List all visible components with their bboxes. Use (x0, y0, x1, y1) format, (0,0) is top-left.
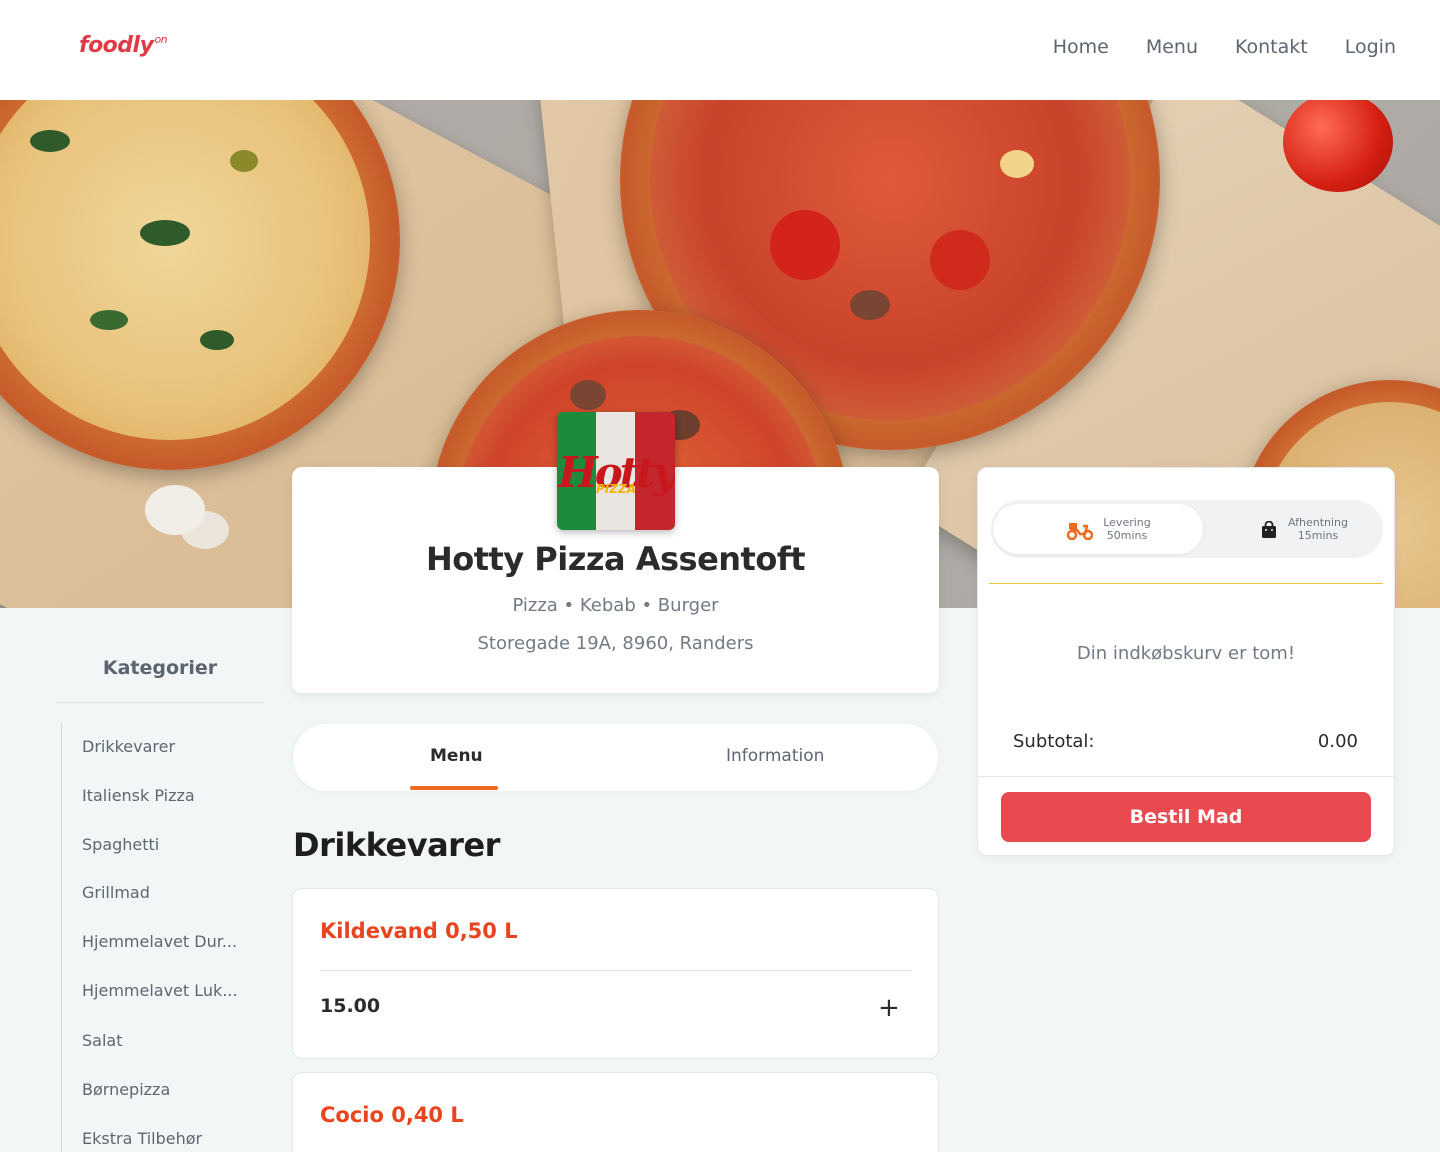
tab-menu[interactable]: Menu (430, 746, 483, 766)
menu-item-name: Cocio 0,40 L (320, 1103, 464, 1127)
category-bornepizza[interactable]: Børnepizza (82, 1080, 247, 1099)
active-tab-indicator (410, 786, 498, 790)
subtotal-label: Subtotal: (1013, 731, 1095, 752)
menu-item-name: Kildevand 0,50 L (320, 919, 518, 943)
categories-list: Drikkevarer Italiensk Pizza Spaghetti Gr… (61, 722, 261, 1152)
delivery-option-button[interactable]: Levering 50mins (993, 504, 1203, 554)
category-hjemmelavet-lukket[interactable]: Hjemmelavet Luk... (82, 981, 247, 1000)
category-ekstra-tilbehor[interactable]: Ekstra Tilbehør (82, 1129, 247, 1148)
menu-item-price: 15.00 (320, 995, 381, 1017)
nav-link-menu[interactable]: Menu (1146, 36, 1198, 58)
category-drikkevarer[interactable]: Drikkevarer (82, 737, 247, 756)
cart-empty-message: Din indkøbskurv er tom! (1076, 643, 1296, 664)
restaurant-address: Storegade 19A, 8960, Randers (477, 633, 754, 654)
nav-link-kontakt[interactable]: Kontakt (1235, 36, 1308, 58)
category-italiensk-pizza[interactable]: Italiensk Pizza (82, 786, 247, 805)
top-navigation-bar: foodlyon Home Menu Kontakt Login (0, 0, 1440, 100)
delivery-label: Levering (1103, 516, 1151, 529)
order-food-button[interactable]: Bestil Mad (1001, 792, 1371, 842)
main-nav: Home Menu Kontakt Login (1053, 36, 1396, 58)
scooter-icon (1067, 523, 1093, 540)
restaurant-logo-subtext: PIZZA (596, 482, 636, 496)
nav-link-home[interactable]: Home (1053, 36, 1109, 58)
delivery-time: 50mins (1106, 529, 1148, 542)
nav-link-login[interactable]: Login (1345, 36, 1396, 58)
restaurant-cuisine: Pizza • Kebab • Burger (512, 595, 719, 616)
pickup-option-button[interactable]: Afhentning 15mins (1203, 504, 1381, 554)
shopping-bag-icon (1262, 521, 1276, 538)
pickup-label: Afhentning (1287, 516, 1348, 529)
categories-title: Kategorier (102, 657, 218, 679)
restaurant-logo: Hotty PIZZA (557, 412, 675, 530)
cart-footer-divider (978, 776, 1394, 777)
category-grillmad[interactable]: Grillmad (82, 883, 247, 902)
category-hjemmelavet-durum[interactable]: Hjemmelavet Dur... (82, 932, 247, 951)
category-spaghetti[interactable]: Spaghetti (82, 835, 247, 854)
subtotal-value: 0.00 (1317, 731, 1358, 752)
cart-divider (989, 583, 1383, 584)
delivery-mode-toggle: Levering 50mins Afhentning 15mins (991, 500, 1383, 558)
logo-text: foodly (79, 33, 154, 58)
menu-item-divider (320, 970, 912, 971)
add-to-cart-icon[interactable]: + (878, 995, 900, 1021)
tab-information[interactable]: Information (726, 746, 824, 766)
category-salat[interactable]: Salat (82, 1031, 247, 1050)
menu-section-title: Drikkevarer (293, 826, 500, 864)
menu-tabs: Menu Information (293, 724, 938, 791)
pickup-time: 15mins (1297, 529, 1339, 542)
foodly-logo[interactable]: foodlyon (79, 33, 168, 58)
menu-item-card[interactable]: Cocio 0,40 L (292, 1072, 939, 1152)
menu-item-card[interactable]: Kildevand 0,50 L 15.00 + (292, 888, 939, 1059)
categories-divider (56, 702, 264, 703)
logo-superscript: on (154, 33, 168, 46)
restaurant-name: Hotty Pizza Assentoft (425, 540, 806, 578)
shopping-cart-panel: Levering 50mins Afhentning 15mins Din in… (977, 467, 1395, 856)
